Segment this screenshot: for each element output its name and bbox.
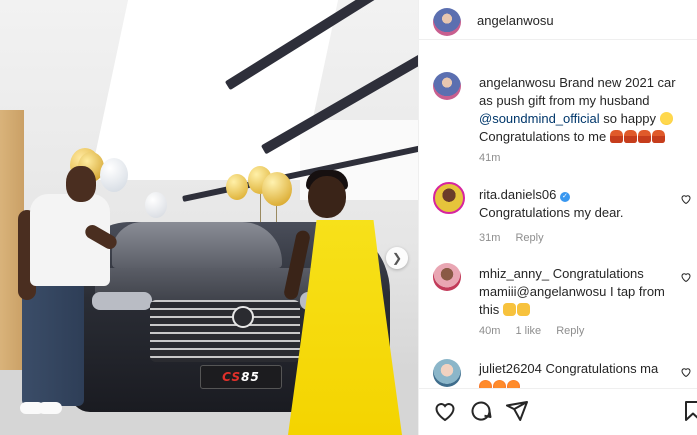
- mention-link[interactable]: @soundmind_official: [479, 111, 600, 126]
- comment-body: Congratulations ma: [545, 361, 659, 376]
- car-grille: [150, 300, 300, 362]
- comment-username[interactable]: juliet26204: [479, 361, 542, 376]
- grinning-face-icon: [659, 112, 673, 125]
- author-avatar[interactable]: [433, 8, 461, 36]
- author-username[interactable]: angelanwosu: [477, 13, 554, 28]
- caption-text: angelanwosu Brand new 2021 car as push g…: [479, 74, 679, 146]
- share-icon[interactable]: [505, 399, 529, 423]
- commenter-avatar[interactable]: [433, 359, 461, 387]
- reply-button[interactable]: Reply: [556, 325, 584, 337]
- car-logo: [232, 306, 254, 328]
- caption-body-end: so happy: [603, 111, 657, 126]
- woman-head: [308, 176, 346, 218]
- car-windshield: [112, 222, 282, 268]
- person-emoji-icon: [609, 130, 623, 143]
- commenter-avatar[interactable]: [433, 182, 465, 214]
- chevron-right-icon: ❯: [391, 251, 403, 265]
- likes-count[interactable]: 1 like: [515, 325, 541, 337]
- man-head: [66, 166, 96, 202]
- raised-hands-icon: [516, 303, 530, 316]
- comment-text: mhiz_anny_ Congratulations mamiii@angela…: [479, 265, 679, 319]
- like-comment-heart-icon[interactable]: [680, 271, 692, 283]
- post-photo[interactable]: CS85 ❯: [0, 0, 418, 435]
- person-emoji-icon: [637, 130, 651, 143]
- timestamp: 41m: [479, 152, 501, 164]
- reply-button[interactable]: Reply: [515, 232, 543, 244]
- man-shoe: [38, 402, 62, 414]
- comment-username[interactable]: mhiz_anny_: [479, 266, 549, 281]
- car-headlight: [92, 292, 152, 310]
- balloon-gold: [226, 174, 248, 200]
- caption-username[interactable]: angelanwosu: [479, 75, 556, 90]
- like-comment-heart-icon[interactable]: [680, 193, 692, 205]
- post-action-bar: [419, 388, 697, 435]
- comment-meta: 31m Reply: [479, 232, 556, 244]
- caption-line2: Congratulations to me: [479, 129, 607, 144]
- man-jeans: [22, 282, 84, 406]
- heart-icon[interactable]: [433, 399, 457, 423]
- bookmark-icon[interactable]: [681, 399, 697, 423]
- commenter-avatar[interactable]: [433, 263, 461, 291]
- comment-meta: 40m 1 like Reply: [479, 325, 596, 337]
- caption-time: 41m: [479, 152, 512, 164]
- caption-avatar[interactable]: [433, 72, 461, 100]
- comment-icon[interactable]: [469, 399, 493, 423]
- timestamp: 31m: [479, 232, 501, 244]
- balloon-white: [100, 158, 128, 192]
- person-emoji-icon: [651, 130, 665, 143]
- carousel-next-button[interactable]: ❯: [386, 247, 408, 269]
- timestamp: 40m: [479, 325, 501, 337]
- comment-text: rita.daniels06 ✓ Congratulations my dear…: [479, 186, 679, 222]
- post-side-panel: angelanwosu angelanwosu Brand new 2021 c…: [418, 0, 697, 435]
- verified-badge-icon: ✓: [559, 192, 570, 202]
- comment-body: Congratulations my dear.: [479, 205, 624, 220]
- balloon-white: [145, 192, 167, 218]
- like-comment-heart-icon[interactable]: [680, 366, 692, 378]
- clapping-hands-icon: [502, 303, 516, 316]
- balloon-gold: [262, 172, 292, 206]
- post-header: angelanwosu: [419, 0, 697, 40]
- car-model-plate: CS85: [200, 365, 282, 389]
- person-emoji-icon: [623, 130, 637, 143]
- comment-username[interactable]: rita.daniels06: [479, 187, 556, 202]
